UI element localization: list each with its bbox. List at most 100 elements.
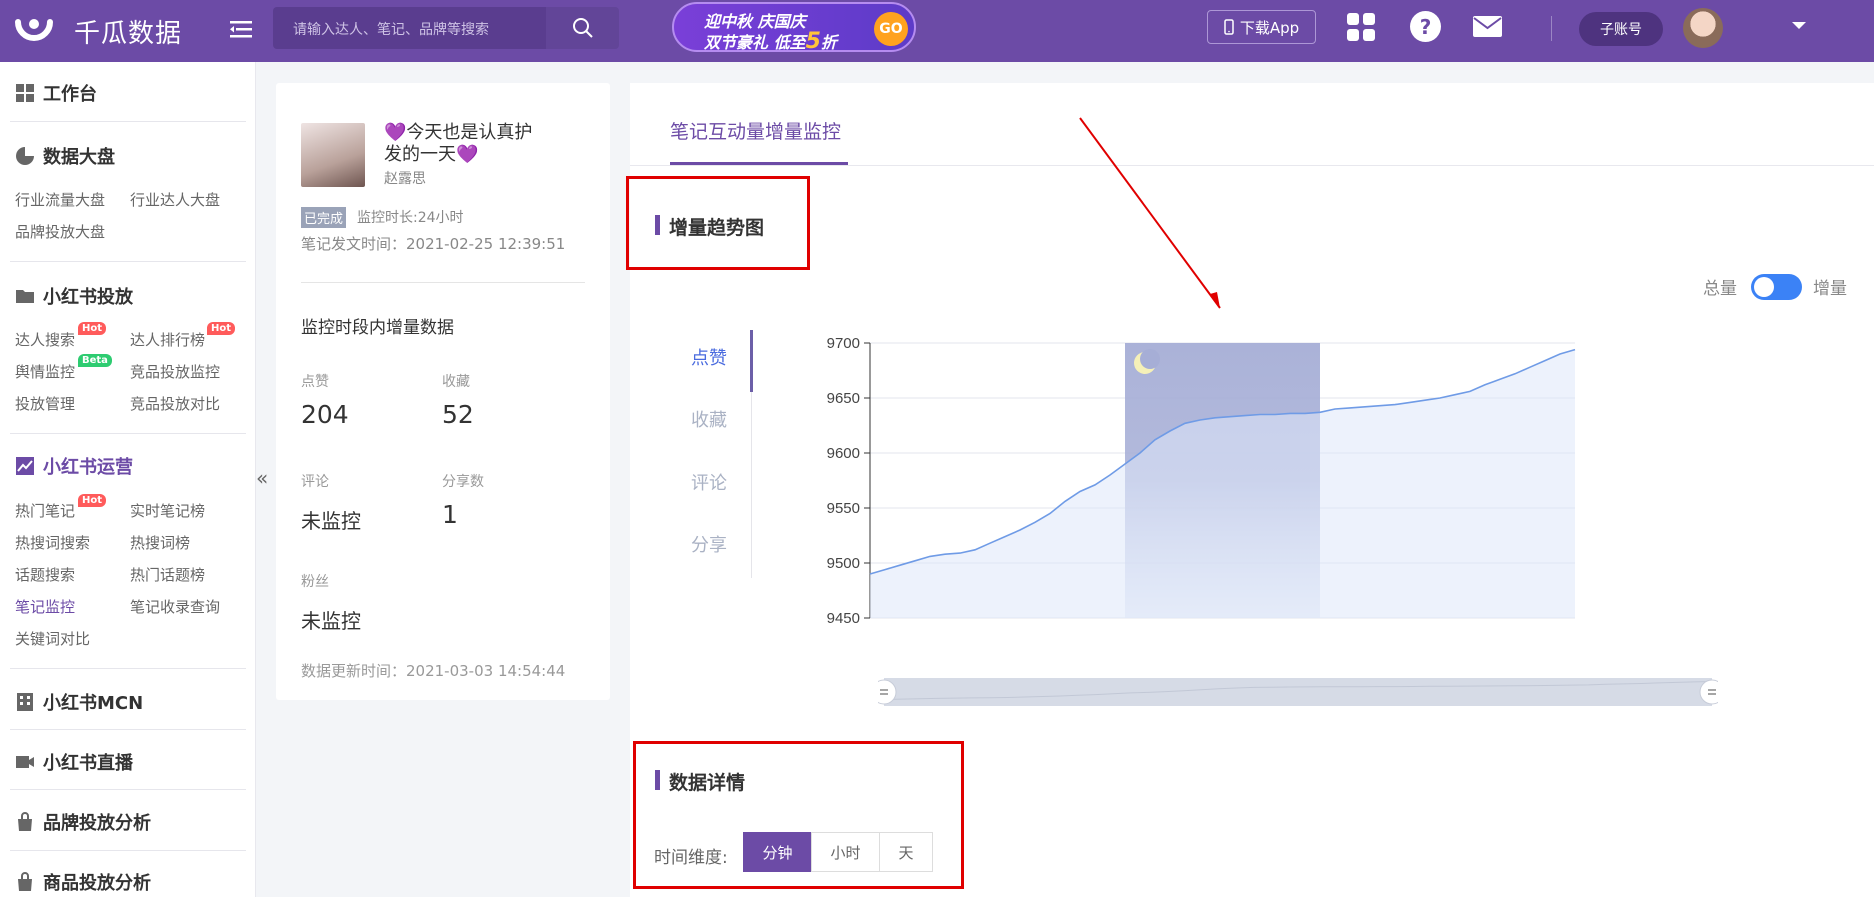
help-icon[interactable]: ? <box>1410 11 1441 42</box>
y-tick-label: 9500 <box>827 555 860 572</box>
range-slider[interactable] <box>878 673 1718 710</box>
note-author[interactable]: 赵露思 <box>384 168 426 188</box>
search-icon <box>572 18 593 38</box>
sidebar-label: 小红书直播 <box>43 753 133 774</box>
stat-label-shares: 分享数 <box>442 474 484 490</box>
app-name[interactable]: 千瓜数据 <box>74 13 182 50</box>
sidebar-link-ad-manage[interactable]: 投放管理 <box>15 393 75 414</box>
user-avatar[interactable] <box>1683 8 1723 48</box>
sidebar-label: 工作台 <box>43 84 97 105</box>
hot-badge: Hot <box>78 494 107 507</box>
sidebar-link-keyword-compare[interactable]: 关键词对比 <box>15 628 90 649</box>
period-title: 监控时段内增量数据 <box>301 318 454 338</box>
note-thumbnail[interactable] <box>301 123 365 187</box>
divider <box>10 850 246 851</box>
sidebar-link-note-monitor[interactable]: 笔记监控 <box>15 596 75 617</box>
promo-line2: 双节豪礼 低至5折 <box>704 29 837 54</box>
sidebar-link-hotword-search[interactable]: 热搜词搜索 <box>15 532 90 553</box>
publish-time: 笔记发文时间：2021-02-25 12:39:51 <box>301 235 566 253</box>
main-panel: 笔记互动量增量监控 增量趋势图 总量 增量 点赞 收藏 评论 分享 9700 96… <box>626 83 1874 897</box>
sidebar-item-mcn[interactable]: 小红书MCN <box>15 689 143 715</box>
sidebar-link-kol-search[interactable]: 达人搜索 <box>15 329 75 350</box>
video-icon <box>16 756 34 768</box>
divider <box>10 729 246 730</box>
stat-value-comments: 未监控 <box>301 509 361 533</box>
sidebar-link-sentiment[interactable]: 舆情监控 <box>15 361 75 382</box>
y-tick-label: 9550 <box>827 500 860 517</box>
trend-chart[interactable]: 9700 9650 9600 9550 9500 9450 <box>800 333 1580 623</box>
pie-chart-icon <box>16 147 34 165</box>
sidebar-link-competitor-compare[interactable]: 竞品投放对比 <box>130 393 220 414</box>
sidebar-item-xhs-ops[interactable]: 小红书运营 <box>15 453 133 479</box>
header-divider <box>1551 16 1552 41</box>
sidebar-link-competitor-monitor[interactable]: 竞品投放监控 <box>130 361 220 382</box>
divider <box>10 789 246 790</box>
sidebar: 工作台 数据大盘 行业流量大盘 行业达人大盘 品牌投放大盘 小红书投放 达人搜索… <box>0 62 256 897</box>
stat-value-fans: 未监控 <box>301 609 361 633</box>
subaccount-button[interactable]: 子账号 <box>1579 12 1663 46</box>
toggle-label-increment: 增量 <box>1813 279 1847 299</box>
sidebar-label: 小红书运营 <box>43 457 133 478</box>
sidebar-link-topic-search[interactable]: 话题搜索 <box>15 564 75 585</box>
y-tick-label: 9650 <box>827 390 860 407</box>
download-app-button[interactable]: 下载App <box>1207 10 1316 44</box>
sidebar-item-brand-analysis[interactable]: 品牌投放分析 <box>15 809 151 835</box>
promo-go-button[interactable]: GO <box>874 12 908 46</box>
hot-badge: Hot <box>207 322 236 335</box>
tab-interaction-monitor[interactable]: 笔记互动量增量监控 <box>670 117 841 144</box>
sidebar-item-workbench[interactable]: 工作台 <box>15 80 97 106</box>
divider <box>10 261 246 262</box>
sidebar-link-industry-traffic[interactable]: 行业流量大盘 <box>15 189 105 210</box>
monitor-duration: 监控时长:24小时 <box>357 210 464 226</box>
sidebar-label: 数据大盘 <box>43 147 115 168</box>
sidebar-item-xhs-ads[interactable]: 小红书投放 <box>15 283 133 309</box>
sidebar-link-hotword-rank[interactable]: 热搜词榜 <box>130 532 190 553</box>
top-bar: 千瓜数据 请输入达人、笔记、品牌等搜索 迎中秋 庆国庆 双节豪礼 低至5折 GO… <box>0 0 1874 62</box>
menu-toggle-icon[interactable] <box>228 16 254 42</box>
trend-chart-icon <box>16 457 34 475</box>
note-title[interactable]: 💜今天也是认真护发的一天💜 <box>384 122 534 166</box>
sidebar-item-product-analysis[interactable]: 商品投放分析 <box>15 869 151 895</box>
stat-value-shares: 1 <box>442 500 458 529</box>
dashboard-icon <box>16 84 34 102</box>
toggle-label-total: 总量 <box>1703 279 1737 299</box>
sidebar-link-topic-rank[interactable]: 热门话题榜 <box>130 564 205 585</box>
sidebar-item-data-board[interactable]: 数据大盘 <box>15 143 115 169</box>
divider <box>10 668 246 669</box>
promo-banner[interactable]: 迎中秋 庆国庆 双节豪礼 低至5折 GO <box>672 2 916 54</box>
total-increment-toggle[interactable] <box>1751 274 1802 300</box>
chevron-down-icon[interactable] <box>1792 22 1806 29</box>
sidebar-item-live[interactable]: 小红书直播 <box>15 749 133 775</box>
sidebar-link-realtime-rank[interactable]: 实时笔记榜 <box>130 500 205 521</box>
search-button[interactable] <box>546 7 619 49</box>
y-tick-label: 9700 <box>827 335 860 352</box>
sidebar-label: 小红书MCN <box>43 693 144 714</box>
folder-icon <box>16 290 34 303</box>
bag-icon <box>18 812 32 831</box>
phone-icon <box>1224 19 1234 35</box>
metric-tab-shares[interactable]: 分享 <box>668 531 750 557</box>
metric-tab-indicator <box>750 330 753 392</box>
sidebar-link-kol-rank[interactable]: 达人排行榜 <box>130 329 205 350</box>
beta-badge: Beta <box>78 354 112 367</box>
annotation-arrow <box>1079 117 1221 309</box>
apps-grid-icon[interactable] <box>1346 12 1376 42</box>
metric-tab-likes[interactable]: 点赞 <box>668 344 750 370</box>
metric-tab-collects[interactable]: 收藏 <box>668 406 750 432</box>
metric-tab-comments[interactable]: 评论 <box>668 469 750 495</box>
moon-shadow <box>1140 349 1160 369</box>
mail-icon[interactable] <box>1473 16 1502 37</box>
slider-track <box>884 678 1712 706</box>
divider <box>301 282 585 283</box>
logo-icon[interactable] <box>14 12 54 46</box>
sidebar-link-industry-kol[interactable]: 行业达人大盘 <box>130 189 220 210</box>
divider <box>10 121 246 122</box>
search-input[interactable]: 请输入达人、笔记、品牌等搜索 <box>273 7 546 49</box>
sidebar-link-hot-notes[interactable]: 热门笔记 <box>15 500 75 521</box>
sidebar-link-note-index[interactable]: 笔记收录查询 <box>130 596 220 617</box>
sidebar-link-brand-board[interactable]: 品牌投放大盘 <box>15 221 105 242</box>
collapse-sidebar-icon[interactable]: « <box>256 466 276 500</box>
y-tick-label: 9450 <box>827 610 860 623</box>
note-card: 💜今天也是认真护发的一天💜 赵露思 已完成 监控时长:24小时 笔记发文时间：2… <box>276 83 610 700</box>
download-app-label: 下载App <box>1239 18 1300 37</box>
